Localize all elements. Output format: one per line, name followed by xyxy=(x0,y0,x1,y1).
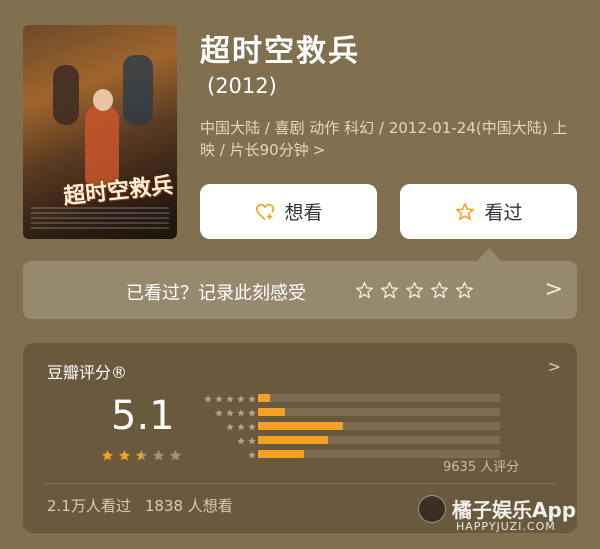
want-to-watch-button[interactable]: 想看 xyxy=(200,184,377,239)
poster-face xyxy=(93,89,113,111)
star-outline-icon xyxy=(456,202,475,220)
star-icon xyxy=(248,409,256,417)
divider xyxy=(43,483,557,484)
star-icon xyxy=(226,395,234,403)
distribution-stars xyxy=(203,394,257,404)
watched-button[interactable]: 看过 xyxy=(400,184,577,239)
star-outline-icon[interactable] xyxy=(404,280,425,301)
distribution-bar xyxy=(258,408,285,416)
distribution-row xyxy=(197,435,500,447)
poster-credits xyxy=(31,207,169,229)
distribution-bar-track xyxy=(258,422,500,430)
rate-stars[interactable] xyxy=(354,280,475,301)
distribution-row xyxy=(197,393,500,405)
watermark: 橘子娱乐App xyxy=(418,494,576,523)
star-half-icon xyxy=(135,449,148,461)
movie-year: (2012) xyxy=(207,74,277,98)
watch-stats: 2.1万人看过 1838 人想看 xyxy=(47,495,233,516)
star-outline-icon[interactable] xyxy=(379,280,400,301)
star-icon xyxy=(248,395,256,403)
star-outline-icon[interactable] xyxy=(454,280,475,301)
distribution-bar-track xyxy=(258,436,500,444)
star-filled-icon xyxy=(101,449,114,461)
watched-count[interactable]: 2.1万人看过 xyxy=(47,495,131,516)
movie-meta[interactable]: 中国大陆 / 喜剧 动作 科幻 / 2012-01-24(中国大陆) 上映 / … xyxy=(200,117,578,161)
watched-label: 看过 xyxy=(484,202,523,224)
star-icon xyxy=(204,395,212,403)
star-outline-icon[interactable] xyxy=(354,280,375,301)
watermark-name: 橘子娱乐App xyxy=(452,498,577,522)
star-outline-icon[interactable] xyxy=(429,280,450,301)
star-icon xyxy=(248,423,256,431)
chevron-right-icon: > xyxy=(312,141,326,159)
heart-plus-icon xyxy=(256,203,275,220)
movie-meta-text: 中国大陆 / 喜剧 动作 科幻 / 2012-01-24(中国大陆) 上映 / … xyxy=(200,119,568,159)
star-filled-icon xyxy=(118,449,131,461)
star-icon xyxy=(215,409,223,417)
star-icon xyxy=(248,451,256,459)
popover-pointer xyxy=(477,248,501,261)
rating-stars xyxy=(100,448,183,463)
poster-figure xyxy=(53,65,79,125)
distribution-row xyxy=(197,449,500,461)
record-feeling-bar[interactable]: 已看过？记录此刻感受 > xyxy=(23,261,577,319)
star-icon xyxy=(237,437,245,445)
star-icon xyxy=(237,423,245,431)
star-icon xyxy=(215,395,223,403)
star-icon xyxy=(248,437,256,445)
watermark-logo-icon xyxy=(418,494,446,523)
movie-title: 超时空救兵 xyxy=(200,34,360,69)
distribution-stars xyxy=(225,422,257,432)
distribution-bar xyxy=(258,422,343,430)
distribution-bar xyxy=(258,436,329,444)
star-icon xyxy=(226,409,234,417)
want-to-watch-label: 想看 xyxy=(284,202,323,224)
rating-source-label: 豆瓣评分® xyxy=(47,363,128,382)
distribution-bar-track xyxy=(258,394,500,402)
star-empty-icon xyxy=(152,449,165,461)
movie-poster[interactable]: 超时空救兵 xyxy=(23,25,177,239)
distribution-bar xyxy=(258,450,304,458)
star-icon xyxy=(237,409,245,417)
rating-count: 9635 人评分 xyxy=(443,460,520,475)
rating-score: 5.1 xyxy=(111,393,175,439)
distribution-bar-track xyxy=(258,408,500,416)
star-icon xyxy=(226,423,234,431)
poster-figure xyxy=(123,55,153,125)
wanted-count[interactable]: 1838 人想看 xyxy=(145,495,233,516)
distribution-bar xyxy=(258,394,271,402)
chevron-right-icon[interactable]: > xyxy=(548,357,561,376)
distribution-stars xyxy=(236,436,257,446)
watermark-url: HAPPYJUZI.COM xyxy=(456,520,556,533)
distribution-row xyxy=(197,407,500,419)
chevron-right-icon[interactable]: > xyxy=(545,277,563,302)
star-empty-icon xyxy=(169,449,182,461)
poster-title-art: 超时空救兵 xyxy=(62,173,175,210)
distribution-stars xyxy=(214,408,257,418)
distribution-row xyxy=(197,421,500,433)
record-prompt: 已看过？记录此刻感受 xyxy=(126,283,306,304)
distribution-stars xyxy=(247,450,257,460)
star-icon xyxy=(237,395,245,403)
